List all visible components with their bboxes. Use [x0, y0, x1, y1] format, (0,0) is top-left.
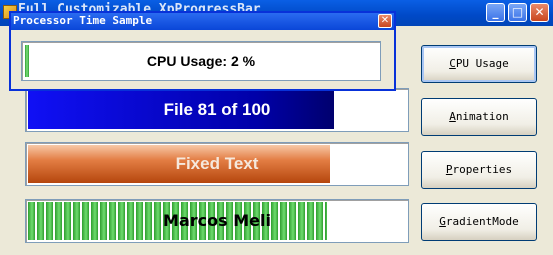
close-icon[interactable]: ✕ — [530, 3, 549, 22]
cpu-usage-text: CPU Usage: 2 % — [146, 53, 256, 69]
maximize-icon[interactable]: □ — [508, 3, 527, 22]
fixed-text-progress-bar: Fixed Text — [25, 142, 409, 186]
dialog-close-icon[interactable]: ✕ — [378, 14, 392, 28]
fixed-text-progress-text: Fixed Text — [175, 154, 259, 173]
processor-time-dialog: Processor Time Sample ✕ CPU Usage: 2 % — [9, 11, 396, 91]
dialog-titlebar[interactable]: Processor Time Sample ✕ — [11, 13, 394, 30]
dialog-title: Processor Time Sample — [13, 14, 153, 27]
file-progress-bar: File 81 of 100 — [25, 88, 409, 132]
block-progress-text: Marcos Meli — [163, 211, 271, 230]
file-progress-text: File 81 of 100 — [163, 100, 271, 119]
cpu-usage-progress-bar: CPU Usage: 2 % — [21, 41, 381, 81]
gradient-mode-button[interactable]: GradientMode — [421, 203, 537, 241]
block-progress-bar: Marcos Meli — [25, 199, 409, 243]
minimize-icon[interactable]: _ — [486, 3, 505, 22]
properties-button[interactable]: Properties — [421, 151, 537, 189]
cpu-usage-button[interactable]: CPU Usage — [421, 45, 537, 83]
animation-button[interactable]: Animation — [421, 98, 537, 136]
